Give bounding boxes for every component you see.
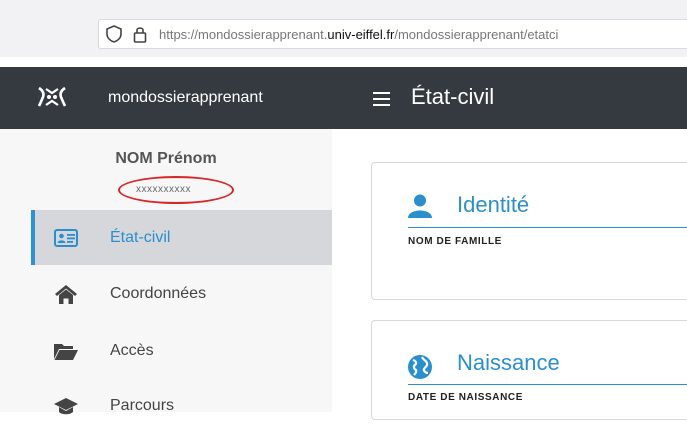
user-icon	[408, 194, 432, 218]
folder-open-icon	[52, 337, 80, 365]
app-name[interactable]: mondossierapprenant	[108, 89, 263, 107]
card-divider	[408, 384, 687, 385]
card-title-identite: Identité	[457, 192, 530, 217]
sidebar-item-label: Accès	[110, 341, 154, 359]
sidebar-item-acces[interactable]: Accès	[31, 323, 332, 378]
shield-icon[interactable]	[103, 23, 125, 45]
identity-card	[371, 162, 687, 300]
card-title-naissance: Naissance	[457, 350, 560, 375]
user-name: NOM Prénom	[115, 150, 217, 167]
top-navbar	[0, 67, 687, 129]
globe-icon	[408, 355, 432, 379]
sidebar-item-label: État-civil	[110, 228, 171, 246]
address-bar[interactable]: https://mondossierapprenant.univ-eiffel.…	[98, 19, 687, 49]
field-label-date-de-naissance: DATE DE NAISSANCE	[408, 392, 524, 403]
url-text[interactable]: https://mondossierapprenant.univ-eiffel.…	[159, 27, 558, 42]
card-divider	[408, 227, 687, 228]
field-label-nom-de-famille: NOM DE FAMILLE	[408, 236, 502, 247]
sidebar-item-coordonnees[interactable]: Coordonnées	[31, 266, 332, 321]
sidebar-item-label: Coordonnées	[110, 284, 207, 302]
menu-toggle-icon[interactable]	[373, 92, 390, 106]
user-id: xxxxxxxxxx	[136, 184, 191, 195]
sidebar-item-etat-civil[interactable]: État-civil	[31, 210, 332, 265]
page-title: État-civil	[411, 84, 495, 109]
graduation-cap-icon	[52, 392, 80, 420]
logo-icon[interactable]	[37, 80, 67, 114]
id-card-icon	[52, 224, 80, 252]
lock-icon[interactable]	[129, 23, 151, 45]
sidebar-item-parcours[interactable]: Parcours	[31, 378, 332, 433]
home-icon	[52, 280, 80, 308]
